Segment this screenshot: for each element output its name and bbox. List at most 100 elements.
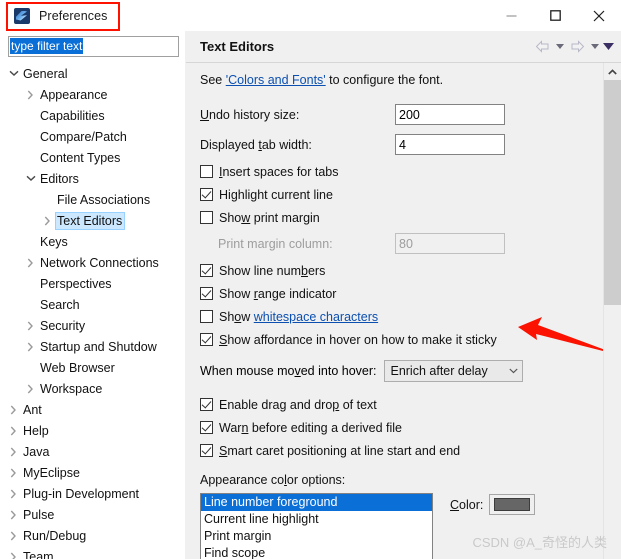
page-scrollbar[interactable] — [603, 63, 621, 559]
tab-width-input[interactable] — [395, 134, 505, 155]
enable-drag-drop-label: Enable drag and drop of text — [219, 397, 377, 412]
highlight-current-line-row[interactable]: Highlight current line — [200, 184, 603, 205]
tree-item-myeclipse[interactable]: MyEclipse — [0, 462, 185, 483]
chevron-down-icon[interactable] — [23, 175, 38, 182]
title-bar: Preferences — [0, 0, 621, 31]
scrollbar-track[interactable] — [604, 305, 621, 559]
insert-spaces-for-tabs-row[interactable]: Insert spaces for tabs — [200, 161, 603, 182]
chevron-right-icon[interactable] — [23, 321, 38, 331]
forward-arrow-icon[interactable] — [567, 37, 587, 57]
maximize-button[interactable] — [533, 0, 577, 31]
show-affordance-checkbox[interactable] — [200, 333, 213, 346]
show-range-indicator-checkbox[interactable] — [200, 287, 213, 300]
smart-caret-row[interactable]: Smart caret positioning at line start an… — [200, 440, 603, 461]
tree-item-keys[interactable]: Keys — [0, 231, 185, 252]
tree-item-appearance[interactable]: Appearance — [0, 84, 185, 105]
appearance-color-list[interactable]: Line number foreground Current line highl… — [200, 493, 433, 559]
chevron-right-icon[interactable] — [6, 531, 21, 541]
show-line-numbers-row[interactable]: Show line numbers — [200, 260, 603, 281]
watermark: CSDN @A_奇怪的人类 — [472, 535, 607, 550]
color-option[interactable]: Line number foreground — [201, 494, 432, 511]
color-option[interactable]: Print margin — [201, 528, 432, 545]
chevron-right-icon[interactable] — [23, 384, 38, 394]
show-line-numbers-checkbox[interactable] — [200, 264, 213, 277]
tree-item-capabilities[interactable]: Capabilities — [0, 105, 185, 126]
close-button[interactable] — [577, 0, 621, 31]
chevron-right-icon[interactable] — [40, 216, 55, 226]
insert-spaces-for-tabs-checkbox[interactable] — [200, 165, 213, 178]
tree-item-pulse[interactable]: Pulse — [0, 504, 185, 525]
chevron-right-icon[interactable] — [6, 405, 21, 415]
tree-item-general[interactable]: General — [0, 63, 185, 84]
show-print-margin-row[interactable]: Show print margin — [200, 207, 603, 228]
smart-caret-checkbox[interactable] — [200, 444, 213, 457]
undo-history-input[interactable] — [395, 104, 505, 125]
page-form: See 'Colors and Fonts' to configure the … — [186, 63, 603, 559]
tree-item-label: General — [23, 66, 68, 81]
chevron-right-icon[interactable] — [6, 468, 21, 478]
tree-item-label: Perspectives — [40, 276, 112, 291]
show-range-indicator-row[interactable]: Show range indicator — [200, 283, 603, 304]
chevron-right-icon[interactable] — [23, 90, 38, 100]
tree-item-java[interactable]: Java — [0, 441, 185, 462]
color-option[interactable]: Find scope — [201, 545, 432, 559]
chevron-right-icon[interactable] — [6, 510, 21, 520]
chevron-right-icon[interactable] — [6, 447, 21, 457]
back-dropdown-icon[interactable] — [553, 37, 566, 57]
chevron-right-icon[interactable] — [23, 342, 38, 352]
tree-item-editors[interactable]: Editors — [0, 168, 185, 189]
chevron-down-icon[interactable] — [6, 70, 21, 77]
chevron-right-icon[interactable] — [23, 258, 38, 268]
tree-item-team[interactable]: Team — [0, 546, 185, 559]
warn-derived-file-row[interactable]: Warn before editing a derived file — [200, 417, 603, 438]
enable-drag-drop-checkbox[interactable] — [200, 398, 213, 411]
tree-item-label: Web Browser — [40, 360, 115, 375]
show-whitespace-characters-checkbox[interactable] — [200, 310, 213, 323]
chevron-right-icon[interactable] — [6, 552, 21, 559]
tree-item-file-associations[interactable]: File Associations — [0, 189, 185, 210]
forward-dropdown-icon[interactable] — [588, 37, 601, 57]
colors-and-fonts-link[interactable]: 'Colors and Fonts' — [226, 73, 326, 87]
color-swatch-button[interactable] — [489, 494, 536, 515]
scroll-up-icon[interactable] — [604, 63, 621, 80]
filter-input[interactable] — [8, 36, 179, 57]
tree-item-ant[interactable]: Ant — [0, 399, 185, 420]
tree-item-perspectives[interactable]: Perspectives — [0, 273, 185, 294]
tree-item-content-types[interactable]: Content Types — [0, 147, 185, 168]
preference-page: Text Editors See 'Colors and Fonts' to c… — [186, 31, 621, 559]
back-arrow-icon[interactable] — [532, 37, 552, 57]
tree-item-text-editors[interactable]: Text Editors — [0, 210, 185, 231]
enable-drag-drop-row[interactable]: Enable drag and drop of text — [200, 394, 603, 415]
tree-item-startup-and-shutdow[interactable]: Startup and Shutdow — [0, 336, 185, 357]
tree-item-label: File Associations — [57, 192, 151, 207]
show-affordance-row[interactable]: Show affordance in hover on how to make … — [200, 329, 603, 350]
chevron-right-icon[interactable] — [6, 426, 21, 436]
color-option[interactable]: Current line highlight — [201, 511, 432, 528]
minimize-button[interactable] — [489, 0, 533, 31]
warn-derived-file-checkbox[interactable] — [200, 421, 213, 434]
tree-item-workspace[interactable]: Workspace — [0, 378, 185, 399]
view-menu-icon[interactable] — [602, 37, 615, 57]
tab-width-row: Displayed tab width: — [200, 131, 603, 158]
preferences-tree[interactable]: General Appearance Capabilities Compare/Pat… — [0, 61, 185, 559]
tree-item-plug-in-development[interactable]: Plug-in Development — [0, 483, 185, 504]
tree-item-label: Run/Debug — [23, 528, 87, 543]
whitespace-characters-link[interactable]: whitespace characters — [254, 310, 378, 324]
tree-item-network-connections[interactable]: Network Connections — [0, 252, 185, 273]
undo-history-label: Undo history size: — [200, 107, 300, 122]
show-whitespace-characters-row[interactable]: Show whitespace characters — [200, 306, 603, 327]
tree-item-compare-patch[interactable]: Compare/Patch — [0, 126, 185, 147]
tree-item-search[interactable]: Search — [0, 294, 185, 315]
print-margin-column-input[interactable] — [395, 233, 505, 254]
tree-item-help[interactable]: Help — [0, 420, 185, 441]
tree-item-security[interactable]: Security — [0, 315, 185, 336]
tree-item-label: Capabilities — [40, 108, 105, 123]
hover-mode-combo[interactable]: Enrich after delay — [384, 360, 524, 382]
show-print-margin-checkbox[interactable] — [200, 211, 213, 224]
scrollbar-thumb[interactable] — [604, 80, 621, 305]
tree-item-run-debug[interactable]: Run/Debug — [0, 525, 185, 546]
highlight-current-line-checkbox[interactable] — [200, 188, 213, 201]
tree-item-web-browser[interactable]: Web Browser — [0, 357, 185, 378]
chevron-right-icon[interactable] — [6, 489, 21, 499]
hover-mode-value: Enrich after delay — [390, 364, 488, 378]
